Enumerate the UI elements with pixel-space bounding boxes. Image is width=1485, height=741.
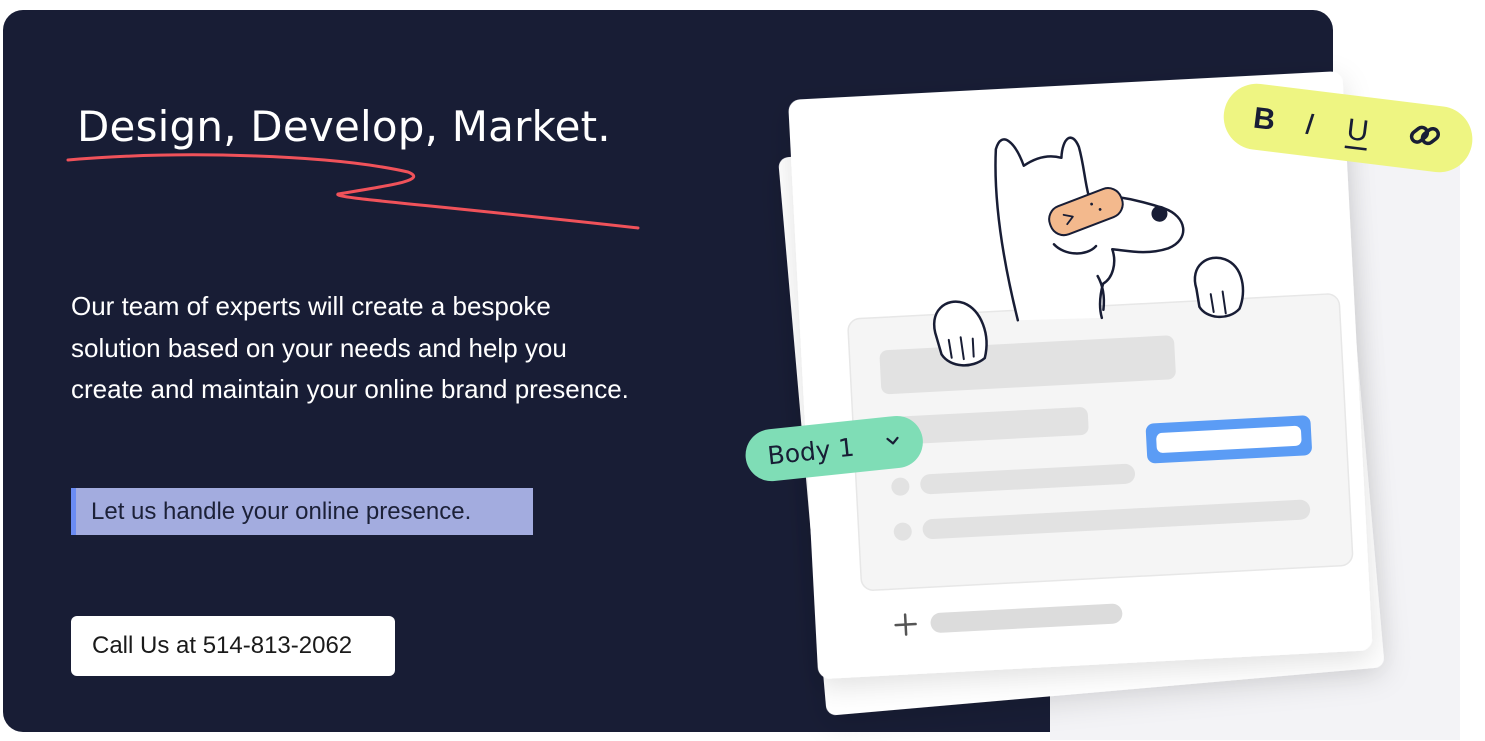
bold-button[interactable]: B (1252, 102, 1278, 137)
underline-button[interactable]: U (1345, 113, 1371, 148)
editor-illustration: B I U Body 1 (745, 71, 1473, 740)
editor-card (788, 71, 1372, 679)
